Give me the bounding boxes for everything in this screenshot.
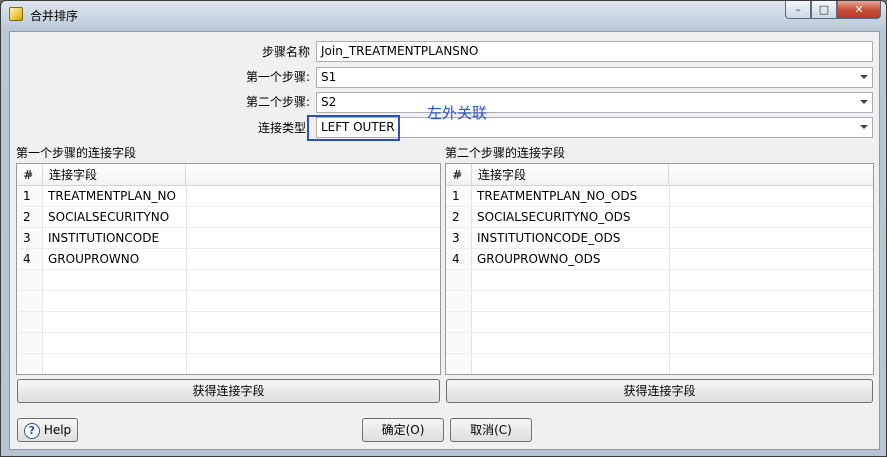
column-header-num[interactable]: ▲ # (446, 164, 472, 186)
title-bar[interactable]: 合并排序 – □ ✕ (1, 1, 886, 27)
left-key-grid[interactable]: ▲ # 连接字段 1 TREATMENTPLAN_NO 2 SOCIALSECU… (16, 163, 441, 375)
right-grid-label: 第二个步骤的连接字段 (445, 146, 566, 160)
row-number: 4 (452, 252, 460, 266)
maximize-button[interactable]: □ (811, 1, 837, 19)
empty-row[interactable] (446, 354, 873, 374)
first-step-combo[interactable]: S1 (316, 67, 873, 88)
sort-icon: ▲ (27, 169, 33, 177)
get-right-fields-button[interactable]: 获得连接字段 (446, 379, 873, 403)
help-label: Help (43, 423, 72, 437)
cancel-button[interactable]: 取消(C) (450, 418, 532, 442)
table-row[interactable]: 3 INSTITUTIONCODE_ODS (446, 228, 873, 249)
table-row[interactable]: 2 SOCIALSECURITYNO_ODS (446, 207, 873, 228)
sort-icon: ▲ (456, 169, 462, 177)
table-row[interactable]: 4 GROUPROWNO (17, 249, 440, 270)
empty-row[interactable] (446, 312, 873, 333)
row-number: 2 (23, 210, 31, 224)
row-number: 4 (23, 252, 31, 266)
window-title: 合并排序 (30, 9, 79, 23)
second-step-combo[interactable]: S2 (316, 92, 873, 113)
table-row[interactable]: 1 TREATMENTPLAN_NO (17, 186, 440, 207)
help-button[interactable]: ? Help (17, 418, 78, 442)
column-header-num[interactable]: ▲ # (17, 164, 43, 186)
field-cell[interactable]: INSTITUTIONCODE_ODS (477, 228, 620, 249)
chevron-down-icon[interactable] (860, 125, 868, 129)
get-left-fields-button[interactable]: 获得连接字段 (17, 379, 440, 403)
minimize-button[interactable]: – (785, 1, 811, 19)
empty-row[interactable] (17, 333, 440, 354)
highlight-box (307, 115, 400, 141)
field-cell[interactable]: TREATMENTPLAN_NO (48, 186, 176, 207)
annotation-text: 左外关联 (427, 104, 488, 122)
left-grid-label: 第一个步骤的连接字段 (16, 146, 137, 160)
dialog-window: 合并排序 – □ ✕ 步骤名称 Join_TREATMENTPLANSNO 第一… (0, 0, 887, 457)
join-type-label: 连接类型: (257, 121, 310, 135)
column-header-field[interactable]: 连接字段 (43, 164, 186, 186)
table-row[interactable]: 3 INSTITUTIONCODE (17, 228, 440, 249)
empty-row[interactable] (446, 333, 873, 354)
chevron-down-icon[interactable] (860, 75, 868, 79)
help-icon: ? (23, 422, 40, 439)
field-cell[interactable]: GROUPROWNO (48, 249, 139, 270)
row-number: 1 (23, 189, 31, 203)
close-button[interactable]: ✕ (837, 1, 881, 19)
table-row[interactable]: 1 TREATMENTPLAN_NO_ODS (446, 186, 873, 207)
field-cell[interactable]: GROUPROWNO_ODS (477, 249, 600, 270)
dialog-client-area: 步骤名称 Join_TREATMENTPLANSNO 第一个步骤: S1 第二个… (9, 31, 880, 450)
row-number: 3 (23, 231, 31, 245)
right-key-grid[interactable]: ▲ # 连接字段 1 TREATMENTPLAN_NO_ODS 2 SOCIAL… (445, 163, 874, 375)
empty-row[interactable] (446, 270, 873, 291)
chevron-down-icon[interactable] (860, 100, 868, 104)
row-number: 2 (452, 210, 460, 224)
empty-row[interactable] (17, 354, 440, 374)
step-name-input[interactable]: Join_TREATMENTPLANSNO (316, 41, 873, 62)
field-cell[interactable]: TREATMENTPLAN_NO_ODS (477, 186, 637, 207)
grid-header: ▲ # 连接字段 (446, 164, 873, 186)
empty-row[interactable] (17, 291, 440, 312)
ok-button[interactable]: 确定(O) (362, 418, 444, 442)
field-cell[interactable]: INSTITUTIONCODE (48, 228, 159, 249)
empty-row[interactable] (446, 291, 873, 312)
table-row[interactable]: 4 GROUPROWNO_ODS (446, 249, 873, 270)
field-cell[interactable]: SOCIALSECURITYNO_ODS (477, 207, 631, 228)
empty-row[interactable] (17, 312, 440, 333)
first-step-value: S1 (321, 70, 337, 84)
second-step-value: S2 (321, 95, 337, 109)
second-step-label: 第二个步骤: (245, 95, 310, 109)
first-step-label: 第一个步骤: (245, 70, 310, 84)
grid-header: ▲ # 连接字段 (17, 164, 440, 186)
app-icon (9, 7, 23, 21)
column-header-field[interactable]: 连接字段 (472, 164, 669, 186)
field-cell[interactable]: SOCIALSECURITYNO (48, 207, 169, 228)
empty-row[interactable] (17, 270, 440, 291)
table-row[interactable]: 2 SOCIALSECURITYNO (17, 207, 440, 228)
step-name-label: 步骤名称 (261, 45, 310, 59)
row-number: 1 (452, 189, 460, 203)
row-number: 3 (452, 231, 460, 245)
